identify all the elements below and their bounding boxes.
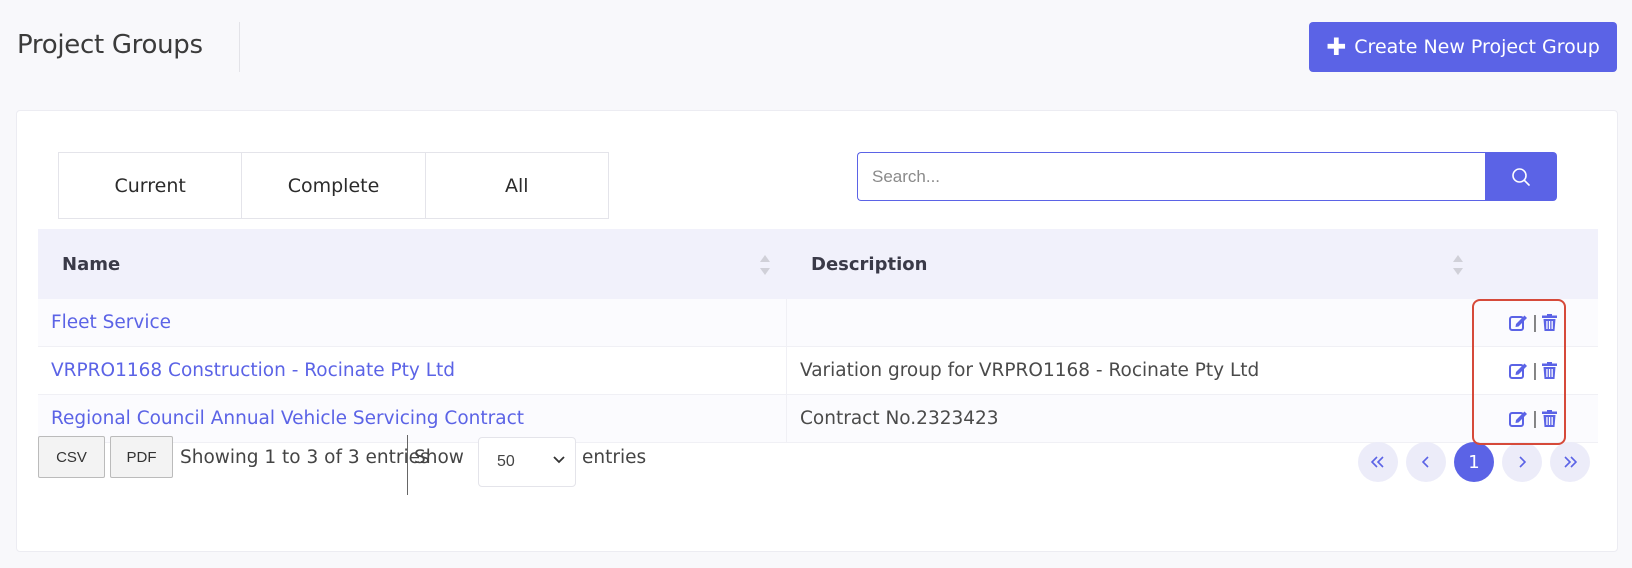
entries-label: entries bbox=[582, 447, 647, 468]
search-input[interactable] bbox=[857, 152, 1485, 201]
table-header: Name Description bbox=[38, 229, 1598, 299]
export-pdf-button[interactable]: PDF bbox=[110, 436, 173, 478]
pagination: 1 bbox=[1358, 442, 1590, 482]
footer-divider bbox=[407, 435, 408, 495]
table-body: Fleet Service | VRPRO1168 Construction -… bbox=[38, 299, 1598, 443]
edit-icon[interactable] bbox=[1509, 410, 1528, 427]
action-separator: | bbox=[1532, 408, 1538, 429]
table-row: VRPRO1168 Construction - Rocinate Pty Lt… bbox=[38, 347, 1598, 395]
project-group-description bbox=[787, 299, 1480, 346]
double-chevron-left-icon bbox=[1371, 456, 1384, 468]
next-page-button[interactable] bbox=[1502, 442, 1542, 482]
create-project-group-button[interactable]: ✚ Create New Project Group bbox=[1309, 22, 1617, 72]
chevron-down-icon bbox=[553, 456, 565, 464]
chevron-right-icon bbox=[1519, 456, 1526, 468]
project-groups-table: Name Description Fleet Service | VRPRO11… bbox=[38, 229, 1598, 443]
trash-icon[interactable] bbox=[1541, 362, 1557, 379]
column-header-label: Name bbox=[62, 253, 121, 275]
page-header: Project Groups ✚ Create New Project Grou… bbox=[0, 0, 1632, 98]
create-button-label: Create New Project Group bbox=[1354, 36, 1600, 58]
previous-page-button[interactable] bbox=[1406, 442, 1446, 482]
first-page-button[interactable] bbox=[1358, 442, 1398, 482]
action-separator: | bbox=[1532, 312, 1538, 333]
entries-info: Showing 1 to 3 of 3 entries bbox=[180, 447, 430, 468]
search-icon bbox=[1512, 167, 1530, 186]
column-header-name[interactable]: Name bbox=[38, 229, 787, 299]
tab-current[interactable]: Current bbox=[59, 153, 243, 218]
column-header-description[interactable]: Description bbox=[787, 229, 1480, 299]
edit-icon[interactable] bbox=[1509, 362, 1528, 379]
table-row: Fleet Service | bbox=[38, 299, 1598, 347]
sort-icon bbox=[1453, 255, 1463, 275]
tab-all[interactable]: All bbox=[426, 153, 608, 218]
edit-icon[interactable] bbox=[1509, 314, 1528, 331]
chevron-left-icon bbox=[1422, 456, 1429, 468]
page-number-button[interactable]: 1 bbox=[1454, 442, 1494, 482]
sort-icon bbox=[760, 255, 770, 275]
column-header-actions bbox=[1480, 229, 1598, 299]
project-group-name-link[interactable]: VRPRO1168 Construction - Rocinate Pty Lt… bbox=[38, 347, 787, 394]
row-actions: | bbox=[1480, 409, 1598, 429]
column-header-label: Description bbox=[811, 253, 928, 275]
table-footer: CSV PDF Showing 1 to 3 of 3 entries Show… bbox=[38, 435, 1598, 495]
search-button[interactable] bbox=[1485, 152, 1557, 201]
title-divider bbox=[239, 22, 240, 72]
trash-icon[interactable] bbox=[1541, 410, 1557, 427]
action-separator: | bbox=[1532, 360, 1538, 381]
row-actions: | bbox=[1480, 361, 1598, 381]
search-bar bbox=[857, 152, 1557, 201]
trash-icon[interactable] bbox=[1541, 314, 1557, 331]
project-group-description: Variation group for VRPRO1168 - Rocinate… bbox=[800, 360, 1260, 381]
project-group-name-link[interactable]: Fleet Service bbox=[38, 299, 787, 346]
page-size-select[interactable]: 50 bbox=[478, 437, 576, 487]
filter-tabs: Current Complete All bbox=[58, 152, 609, 219]
double-chevron-right-icon bbox=[1564, 456, 1577, 468]
page-title: Project Groups bbox=[17, 30, 203, 60]
last-page-button[interactable] bbox=[1550, 442, 1590, 482]
project-groups-card: Current Complete All Name Description bbox=[16, 110, 1618, 552]
export-csv-button[interactable]: CSV bbox=[38, 436, 105, 478]
show-label: Show bbox=[414, 447, 464, 468]
plus-icon: ✚ bbox=[1326, 33, 1347, 61]
page-size-value: 50 bbox=[497, 453, 515, 470]
tab-complete[interactable]: Complete bbox=[242, 153, 426, 218]
row-actions: | bbox=[1480, 313, 1598, 333]
